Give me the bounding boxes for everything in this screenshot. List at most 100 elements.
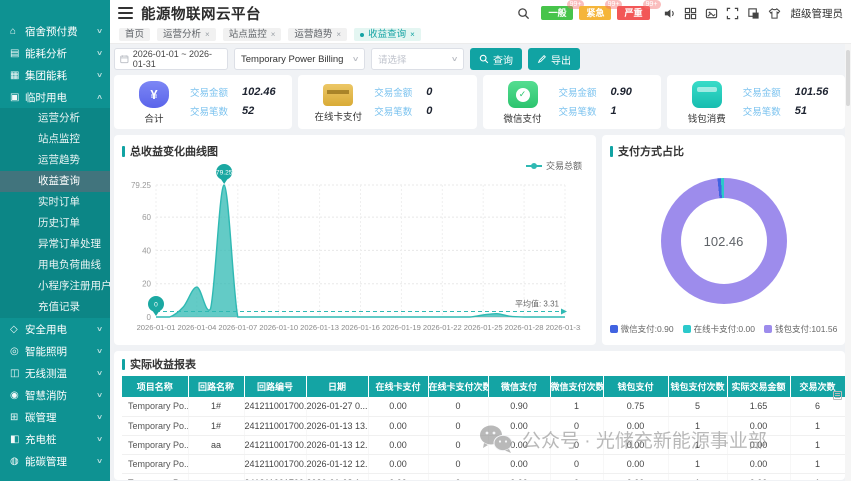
tab-收益查询[interactable]: 收益查询×: [354, 28, 421, 41]
sidebar-subitem-异常订单处理[interactable]: 异常订单处理: [0, 234, 110, 255]
chevron-down-icon: ∨: [96, 27, 103, 35]
search-icon: [479, 54, 489, 64]
sidebar-item-安全用电[interactable]: ◇安全用电∨: [0, 318, 110, 340]
sidebar-subitem-实时订单[interactable]: 实时订单: [0, 192, 110, 213]
query-button[interactable]: 查询: [470, 48, 522, 70]
sidebar-item-碳管理[interactable]: ⊞碳管理∨: [0, 406, 110, 428]
column-header-在线卡支付次数: 在线卡支付次数: [428, 376, 488, 397]
tab-首页[interactable]: 首页: [119, 28, 150, 41]
svg-text:0: 0: [147, 313, 152, 322]
revenue-line-chart[interactable]: 020406079.252026-01-012026-01-042026-01-…: [122, 159, 581, 337]
sidebar-subitem-运营趋势[interactable]: 运营趋势: [0, 150, 110, 171]
donut-legend-在线卡支付[interactable]: 在线卡支付:0.00: [683, 323, 755, 335]
sidebar-subitem-运营分析[interactable]: 运营分析: [0, 108, 110, 129]
alarm-tag-紧急[interactable]: 紧急99+: [579, 6, 611, 20]
tab-站点监控[interactable]: 站点监控 ×: [223, 28, 282, 41]
table-cell: Temporary Po...: [122, 416, 188, 435]
svg-text:40: 40: [142, 246, 151, 255]
layout-grid-icon[interactable]: [684, 6, 698, 20]
table-cell: 0.00: [368, 397, 428, 416]
close-tab-icon[interactable]: ×: [410, 28, 415, 41]
column-header-微信支付: 微信支付: [488, 376, 550, 397]
tab-运营分析[interactable]: 运营分析×: [157, 28, 216, 41]
table-cell: 0: [428, 454, 488, 473]
copy-layers-icon[interactable]: [747, 6, 761, 20]
sidebar-subitem-收益查询[interactable]: 收益查询: [0, 171, 110, 192]
donut-legend-钱包支付[interactable]: 钱包支付:101.56: [764, 323, 837, 335]
table-settings-icon[interactable]: [833, 391, 842, 400]
search-icon[interactable]: [516, 6, 530, 20]
revenue-table-title: 实际收益报表: [122, 356, 837, 372]
billing-type-select[interactable]: Temporary Power Billing∨: [234, 48, 365, 70]
sidebar-item-临时用电[interactable]: ▣临时用电∧: [0, 86, 110, 108]
fire-safety-icon: ◉: [10, 390, 25, 401]
legend-swatch: [610, 325, 618, 333]
alarm-tag-一般[interactable]: 一般99+: [541, 6, 573, 20]
sidebar-subitem-站点监控[interactable]: 站点监控: [0, 129, 110, 150]
screenshot-icon[interactable]: [705, 6, 719, 20]
table-cell: 0: [428, 416, 488, 435]
table-row[interactable]: Temporary Po...aa241211001700...2026-01-…: [122, 435, 845, 454]
close-tab-icon[interactable]: ×: [336, 28, 341, 41]
table-cell: 1: [550, 397, 603, 416]
table-cell: 0: [428, 473, 488, 480]
sidebar-item-label: 能耗分析: [25, 46, 97, 61]
svg-text:2026-01-28: 2026-01-28: [505, 323, 544, 332]
tab-label: 站点监控: [229, 28, 267, 41]
alarm-tag-严重[interactable]: 严重99+: [617, 6, 649, 20]
table-row[interactable]: Temporary Po...aa241211001700...2026-01-…: [122, 473, 845, 480]
stat-card-name: 钱包消费: [688, 111, 726, 125]
menu-collapse-icon[interactable]: [118, 7, 133, 19]
table-cell: 0.00: [727, 416, 790, 435]
bank-card-icon: [323, 84, 353, 106]
sidebar-item-label: 充电桩: [25, 432, 97, 447]
sidebar-item-label: 碳管理: [25, 410, 97, 425]
table-cell: 0: [550, 435, 603, 454]
table-row[interactable]: Temporary Po...1#241211001700...2026-01-…: [122, 416, 845, 435]
table-cell: 1: [790, 454, 845, 473]
sidebar-item-宿舍预付费[interactable]: ⌂宿舍预付费∨: [0, 20, 110, 42]
table-cell: Temporary Po...: [122, 435, 188, 454]
sidebar-item-能碳管理[interactable]: ◍能碳管理∨: [0, 450, 110, 472]
sidebar-item-集团能耗[interactable]: ▦集团能耗∨: [0, 64, 110, 86]
tab-label: 运营趋势: [294, 28, 332, 41]
safe-power-icon: ◇: [10, 324, 25, 335]
user-menu[interactable]: 超级管理员: [791, 6, 844, 21]
legend-transaction-total[interactable]: 交易总额: [526, 159, 582, 172]
chevron-down-icon: ∨: [96, 369, 103, 377]
chevron-down-icon: ∨: [96, 457, 103, 465]
circuit-select[interactable]: 请选择∨: [371, 48, 464, 70]
sidebar-item-label: 安全用电: [25, 322, 97, 337]
table-row[interactable]: Temporary Po...1#241211001700...2026-01-…: [122, 397, 845, 416]
tab-运营趋势[interactable]: 运营趋势 ×: [288, 28, 347, 41]
sidebar-item-无线测温[interactable]: ◫无线测温∨: [0, 362, 110, 384]
close-tab-icon[interactable]: ×: [205, 28, 210, 41]
sidebar-subitem-充值记录[interactable]: 充值记录: [0, 297, 110, 318]
fullscreen-icon[interactable]: [726, 6, 740, 20]
table-cell: 1: [668, 416, 727, 435]
broadcast-icon[interactable]: [663, 6, 677, 20]
date-range-picker[interactable]: 2026-01-01 ~ 2026-01-31: [114, 48, 228, 70]
smart-lighting-icon: ◎: [10, 346, 25, 357]
sidebar-subitem-用电负荷曲线[interactable]: 用电负荷曲线: [0, 255, 110, 276]
sidebar-item-智能照明[interactable]: ◎智能照明∨: [0, 340, 110, 362]
sidebar-item-能耗分析[interactable]: ▤能耗分析∨: [0, 42, 110, 64]
svg-text:2026-01-22: 2026-01-22: [423, 323, 462, 332]
payment-donut-chart[interactable]: 102.46: [661, 178, 787, 304]
sidebar-subitem-历史订单[interactable]: 历史订单: [0, 213, 110, 234]
sidebar-item-充电桩[interactable]: ◧充电桩∨: [0, 428, 110, 450]
stat-card-在线卡支付: 在线卡支付交易金额0交易笔数0: [298, 75, 476, 129]
export-button[interactable]: 导出: [528, 48, 580, 70]
stat-card-钱包消费: 钱包消费交易金额101.56交易笔数51: [667, 75, 845, 129]
donut-legend-微信支付[interactable]: 微信支付:0.90: [610, 323, 674, 335]
table-row[interactable]: Temporary Po...241211001700...2026-01-12…: [122, 454, 845, 473]
close-tab-icon[interactable]: ×: [271, 28, 276, 41]
sidebar-subitem-小程序注册用户[interactable]: 小程序注册用户: [0, 276, 110, 297]
sidebar-item-智慧消防[interactable]: ◉智慧消防∨: [0, 384, 110, 406]
content-area: 2026-01-01 ~ 2026-01-31 Temporary Power …: [110, 44, 851, 481]
theme-skin-icon[interactable]: [768, 6, 782, 20]
svg-text:2026-01-13: 2026-01-13: [300, 323, 339, 332]
page-scrollbar[interactable]: [845, 44, 851, 481]
svg-text:0: 0: [154, 302, 158, 309]
table-cell: 241211001700...: [244, 435, 306, 454]
